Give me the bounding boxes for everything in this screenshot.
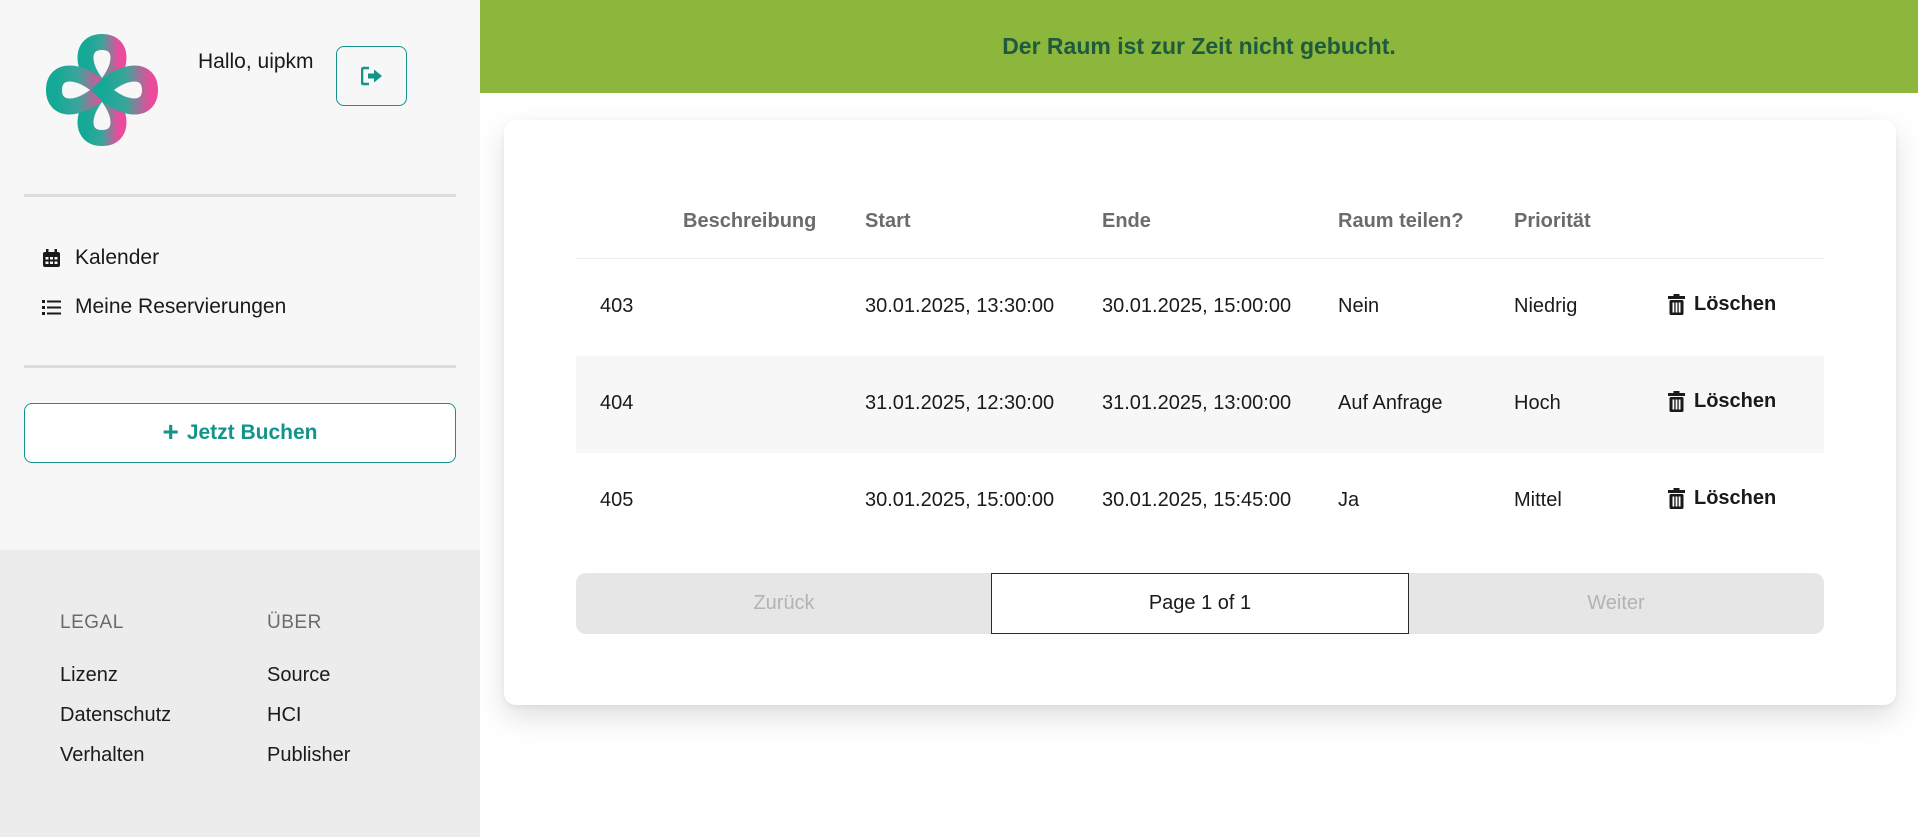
trash-icon [1668, 488, 1685, 509]
cell-prioritaet: Mittel [1514, 489, 1562, 511]
cell-ende: 30.01.2025, 15:00:00 [1102, 295, 1292, 317]
footer-heading: ÜBER [267, 612, 322, 633]
sidebar-item-label: Kalender [75, 246, 160, 269]
cell-start: 31.01.2025, 12:30:00 [865, 392, 1055, 414]
table-row: 405 30.01.2025, 15:00:00 30.01.2025, 15:… [576, 453, 1824, 550]
sidebar-item-kalender[interactable]: Kalender [42, 246, 159, 270]
logout-button[interactable] [336, 46, 407, 106]
cell-id: 404 [600, 392, 634, 414]
sidebar-footer: LEGAL Lizenz Datenschutz Verhalten ÜBER … [0, 550, 480, 837]
footer-heading: LEGAL [60, 612, 124, 633]
table-row: 403 30.01.2025, 13:30:00 30.01.2025, 15:… [576, 259, 1824, 356]
cell-ende: 30.01.2025, 15:45:00 [1102, 489, 1292, 511]
cell-id: 403 [600, 295, 634, 317]
delete-label: Löschen [1694, 390, 1777, 412]
cell-start: 30.01.2025, 13:30:00 [865, 295, 1055, 317]
footer-link-source[interactable]: Source [267, 664, 350, 687]
calendar-icon [43, 248, 60, 267]
delete-button[interactable]: Löschen [1668, 293, 1776, 316]
room-status-text: Der Raum ist zur Zeit nicht gebucht. [1002, 33, 1396, 59]
app-logo [45, 33, 159, 147]
footer-link-publisher[interactable]: Publisher [267, 744, 350, 767]
table-header: Beschreibung Start Ende Raum teilen? Pri… [576, 184, 1824, 259]
footer-link-verhalten[interactable]: Verhalten [60, 744, 171, 767]
cell-id: 405 [600, 489, 634, 511]
delete-label: Löschen [1694, 293, 1777, 315]
delete-label: Löschen [1694, 487, 1777, 509]
list-icon [42, 299, 61, 315]
room-status-banner: Der Raum ist zur Zeit nicht gebucht. [480, 0, 1918, 93]
table-row: 404 31.01.2025, 12:30:00 31.01.2025, 13:… [576, 356, 1824, 453]
column-header-prioritaet[interactable]: Priorität [1514, 210, 1591, 233]
footer-legal-column: LEGAL Lizenz Datenschutz Verhalten [60, 612, 171, 784]
cell-ende: 31.01.2025, 13:00:00 [1102, 392, 1292, 414]
next-page-button[interactable]: Weiter [1408, 573, 1824, 634]
reservations-table: Beschreibung Start Ende Raum teilen? Pri… [576, 184, 1824, 550]
cell-raum-teilen: Nein [1338, 295, 1380, 317]
previous-page-button[interactable]: Zurück [576, 573, 992, 634]
sidebar: Hallo, uipkm Kalender Meine Reservierung… [0, 0, 480, 837]
column-header-start[interactable]: Start [865, 210, 911, 233]
reservations-card: Beschreibung Start Ende Raum teilen? Pri… [504, 120, 1896, 705]
plus-icon: + [162, 415, 179, 447]
footer-link-lizenz[interactable]: Lizenz [60, 664, 171, 687]
footer-about-column: ÜBER Source HCI Publisher [267, 612, 350, 784]
cell-start: 30.01.2025, 15:00:00 [865, 489, 1055, 511]
cell-prioritaet: Niedrig [1514, 295, 1578, 317]
pagination: Zurück Page 1 of 1 Weiter [576, 573, 1824, 634]
page-indicator: Page 1 of 1 [991, 573, 1409, 634]
sidebar-item-meine-reservierungen[interactable]: Meine Reservierungen [42, 295, 286, 319]
column-header-beschreibung[interactable]: Beschreibung [683, 210, 816, 233]
book-now-button[interactable]: + Jetzt Buchen [24, 403, 456, 463]
trash-icon [1668, 391, 1685, 412]
cell-raum-teilen: Auf Anfrage [1338, 392, 1443, 414]
column-header-raum-teilen[interactable]: Raum teilen? [1338, 210, 1464, 233]
user-greeting: Hallo, uipkm [198, 50, 314, 73]
footer-link-datenschutz[interactable]: Datenschutz [60, 704, 171, 727]
delete-button[interactable]: Löschen [1668, 487, 1776, 510]
book-now-label: Jetzt Buchen [186, 421, 318, 444]
logout-icon [360, 66, 382, 86]
trash-icon [1668, 294, 1685, 315]
sidebar-divider [24, 194, 456, 197]
cell-prioritaet: Hoch [1514, 392, 1561, 414]
cell-raum-teilen: Ja [1338, 489, 1360, 511]
delete-button[interactable]: Löschen [1668, 390, 1776, 413]
column-header-ende[interactable]: Ende [1102, 210, 1151, 233]
footer-link-hci[interactable]: HCI [267, 704, 350, 727]
sidebar-divider [24, 365, 456, 368]
sidebar-item-label: Meine Reservierungen [75, 295, 287, 318]
sidebar-top: Hallo, uipkm Kalender Meine Reservierung… [0, 0, 480, 550]
